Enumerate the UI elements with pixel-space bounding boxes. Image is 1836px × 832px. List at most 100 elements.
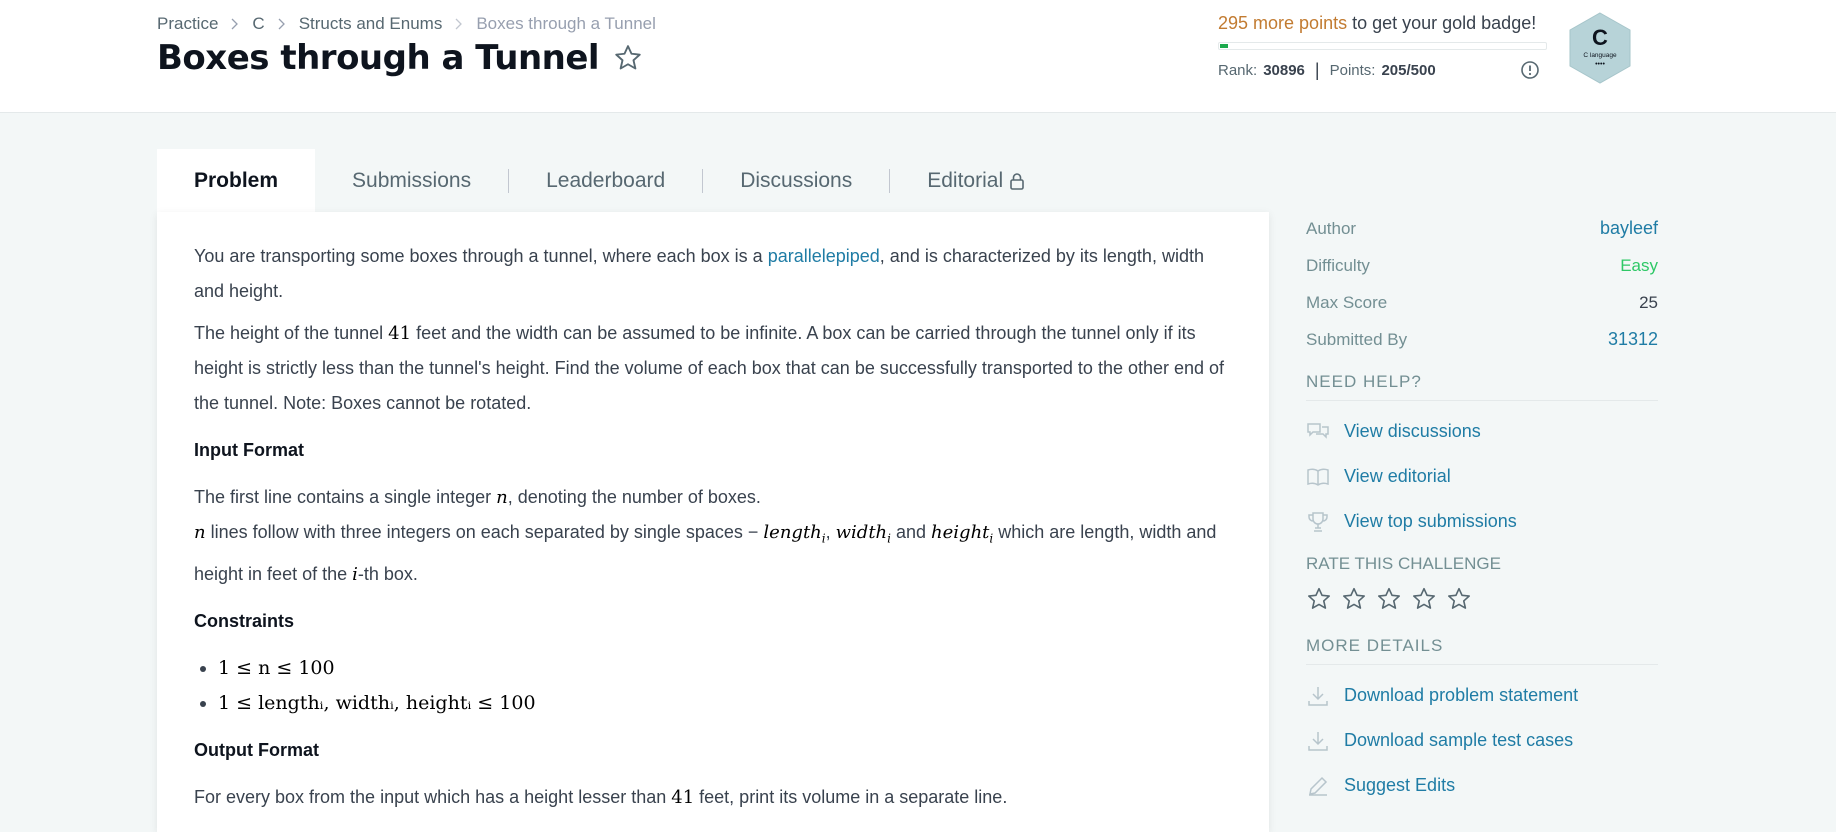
constraint-item: 1 ≤ n ≤ 100 bbox=[218, 651, 1232, 686]
download-icon bbox=[1308, 731, 1328, 751]
help-link-label: View editorial bbox=[1344, 466, 1451, 486]
challenge-tabs: Problem Submissions Leaderboard Discussi… bbox=[157, 149, 1064, 213]
more-details-heading: MORE DETAILS bbox=[1306, 636, 1658, 665]
view-top-submissions-link[interactable]: View top submissions bbox=[1306, 499, 1658, 544]
points-label: Points: bbox=[1329, 62, 1376, 79]
tab-editorial-label: Editorial bbox=[927, 169, 1004, 192]
tab-leaderboard[interactable]: Leaderboard bbox=[509, 149, 702, 213]
rank-row: Rank: 30896 | Points: 205/500 bbox=[1218, 60, 1436, 81]
input-format-heading: Input Format bbox=[194, 440, 304, 460]
help-link-label: View top submissions bbox=[1344, 511, 1517, 531]
breadcrumb-c[interactable]: C bbox=[252, 14, 264, 34]
problem-paragraph-1: You are transporting some boxes through … bbox=[194, 239, 1232, 309]
text: lines follow with three integers on each… bbox=[205, 522, 764, 542]
math-n: n bbox=[194, 522, 206, 543]
suggest-edits-link[interactable]: Suggest Edits bbox=[1306, 763, 1658, 808]
chevron-right-icon bbox=[278, 18, 285, 30]
math-height: height bbox=[931, 522, 990, 543]
rank-label: Rank: bbox=[1218, 62, 1258, 79]
breadcrumb-practice[interactable]: Practice bbox=[157, 14, 218, 34]
rating-star-icon[interactable] bbox=[1446, 586, 1472, 612]
input-format-line-1: The first line contains a single integer… bbox=[194, 480, 1232, 515]
bookmark-star-icon[interactable] bbox=[613, 43, 643, 73]
discussions-icon bbox=[1307, 422, 1329, 439]
tunnel-height-value: 41 bbox=[671, 786, 695, 808]
rating-star-icon[interactable] bbox=[1411, 586, 1437, 612]
points-needed: 295 more points bbox=[1218, 13, 1348, 33]
pencil-icon bbox=[1309, 776, 1328, 796]
tab-editorial[interactable]: Editorial bbox=[890, 149, 1064, 213]
need-help-heading: NEED HELP? bbox=[1306, 372, 1658, 401]
tab-discussions[interactable]: Discussions bbox=[703, 149, 889, 213]
download-test-cases-link[interactable]: Download sample test cases bbox=[1306, 718, 1658, 763]
constraints-heading: Constraints bbox=[194, 610, 295, 631]
download-icon bbox=[1308, 686, 1328, 706]
rank-divider: | bbox=[1314, 60, 1320, 80]
view-discussions-link[interactable]: View discussions bbox=[1306, 409, 1658, 454]
breadcrumb-current: Boxes through a Tunnel bbox=[476, 14, 656, 33]
title-row: Boxes through a Tunnel bbox=[157, 38, 643, 78]
submitted-by-link[interactable]: 31312 bbox=[1608, 329, 1658, 350]
text: You are transporting some boxes through … bbox=[194, 246, 768, 266]
book-icon bbox=[1307, 468, 1329, 486]
tab-submissions[interactable]: Submissions bbox=[315, 149, 508, 213]
constraints-list: 1 ≤ n ≤ 100 1 ≤ lengthᵢ, widthᵢ, heightᵢ… bbox=[194, 651, 1232, 721]
badge-text: C language bbox=[1583, 52, 1617, 59]
text: feet, print its volume in a separate lin… bbox=[694, 786, 1008, 807]
tunnel-height-value: 41 bbox=[388, 323, 412, 344]
meta-key: Max Score bbox=[1306, 292, 1388, 312]
meta-author: Author bayleef bbox=[1306, 210, 1658, 247]
rating-star-icon[interactable] bbox=[1306, 586, 1332, 612]
rating-stars bbox=[1306, 586, 1658, 612]
badge-letter: C bbox=[1592, 25, 1608, 50]
max-score-value: 25 bbox=[1639, 292, 1658, 312]
text: The first line contains a single integer bbox=[194, 487, 497, 507]
rating-star-icon[interactable] bbox=[1341, 586, 1367, 612]
problem-paragraph-2: The height of the tunnel 41 feet and the… bbox=[194, 316, 1232, 421]
difficulty-value: Easy bbox=[1620, 255, 1658, 275]
more-link-label: Suggest Edits bbox=[1344, 775, 1456, 795]
meta-difficulty: Difficulty Easy bbox=[1306, 247, 1658, 284]
rank-value: 30896 bbox=[1263, 62, 1305, 79]
problem-statement: You are transporting some boxes through … bbox=[157, 212, 1269, 832]
meta-max-score: Max Score 25 bbox=[1306, 284, 1658, 321]
tab-problem[interactable]: Problem bbox=[157, 149, 316, 213]
points-value: 205/500 bbox=[1381, 62, 1436, 79]
output-format-heading: Output Format bbox=[194, 739, 319, 760]
meta-submitted-by: Submitted By 31312 bbox=[1306, 321, 1658, 358]
rating-star-icon[interactable] bbox=[1376, 586, 1402, 612]
rate-challenge-heading: RATE THIS CHALLENGE bbox=[1306, 554, 1501, 573]
author-link[interactable]: bayleef bbox=[1600, 218, 1658, 239]
chevron-right-icon bbox=[455, 18, 463, 30]
page-title: Boxes through a Tunnel bbox=[157, 38, 600, 78]
meta-key: Author bbox=[1306, 218, 1357, 238]
constraint-item: 1 ≤ lengthᵢ, widthᵢ, heightᵢ ≤ 100 bbox=[218, 686, 1232, 721]
output-format-text: For every box from the input which has a… bbox=[194, 780, 1232, 815]
download-statement-link[interactable]: Download problem statement bbox=[1306, 673, 1658, 718]
info-icon[interactable] bbox=[1520, 60, 1540, 80]
parallelepiped-link[interactable]: parallelepiped bbox=[768, 246, 880, 266]
trophy-icon bbox=[1308, 511, 1328, 532]
page-header: Practice C Structs and Enums Boxes throu… bbox=[0, 0, 1836, 113]
view-editorial-link[interactable]: View editorial bbox=[1306, 454, 1658, 499]
badge-progress-fill bbox=[1220, 44, 1228, 48]
challenge-sidebar: Author bayleef Difficulty Easy Max Score… bbox=[1306, 210, 1658, 808]
breadcrumb: Practice C Structs and Enums Boxes throu… bbox=[157, 14, 656, 34]
text: , denoting the number of boxes. bbox=[507, 487, 761, 507]
points-suffix: to get your gold badge! bbox=[1347, 13, 1537, 33]
text: The height of the tunnel bbox=[194, 323, 389, 343]
text: and bbox=[891, 522, 932, 542]
help-link-label: View discussions bbox=[1344, 421, 1481, 441]
text: For every box from the input which has a… bbox=[194, 786, 672, 807]
badge-progress-bar bbox=[1218, 42, 1547, 50]
text: , bbox=[825, 522, 836, 542]
c-language-badge-icon[interactable]: C C language •••• bbox=[1567, 12, 1633, 84]
lock-icon bbox=[1010, 173, 1024, 190]
more-link-label: Download sample test cases bbox=[1344, 730, 1574, 750]
breadcrumb-structs[interactable]: Structs and Enums bbox=[299, 14, 443, 34]
badge-dots: •••• bbox=[1595, 61, 1605, 68]
more-link-label: Download problem statement bbox=[1344, 685, 1579, 705]
meta-key: Submitted By bbox=[1306, 329, 1408, 349]
input-format-line-2: n lines follow with three integers on ea… bbox=[194, 515, 1232, 592]
math-length: length bbox=[763, 522, 822, 543]
